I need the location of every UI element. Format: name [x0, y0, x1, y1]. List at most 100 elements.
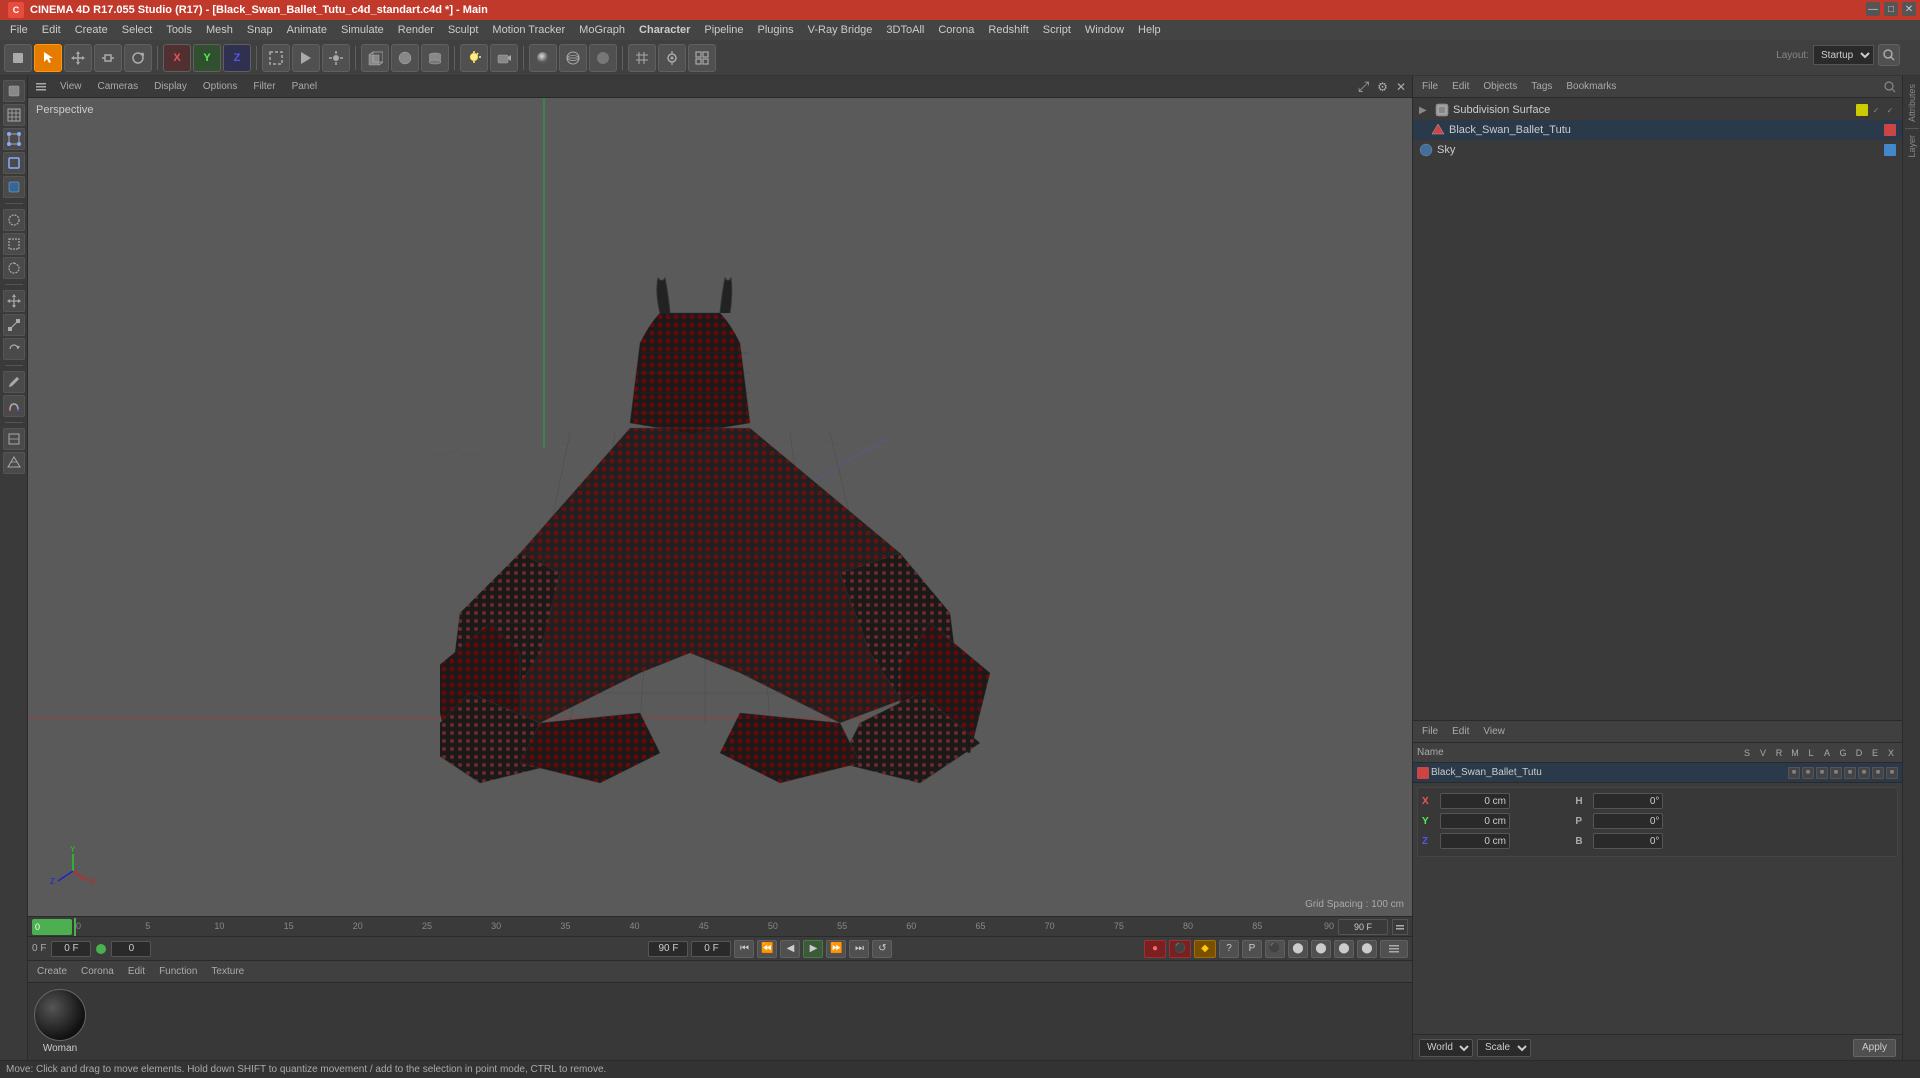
loop-btn[interactable]: ↺ — [872, 940, 892, 958]
attr-selected-row[interactable]: Black_Swan_Ballet_Tutu ■ ■ ■ ■ ■ ■ ■ ■ — [1413, 763, 1902, 783]
menu-script[interactable]: Script — [1037, 22, 1077, 38]
menu-edit[interactable]: Edit — [36, 22, 67, 38]
timeline-start-indicator[interactable]: 0 — [32, 919, 72, 935]
vp-menu-options[interactable]: Options — [199, 80, 241, 93]
grid-btn[interactable] — [628, 44, 656, 72]
layer-tab[interactable]: Layer — [1907, 131, 1917, 162]
left-brush[interactable] — [3, 371, 25, 393]
search-btn[interactable] — [1878, 44, 1900, 66]
frame-input[interactable] — [51, 941, 91, 957]
vp-close-icon[interactable]: ✕ — [1396, 80, 1406, 94]
coord-h-input[interactable] — [1593, 793, 1663, 809]
shading-wire-btn[interactable] — [559, 44, 587, 72]
menu-file[interactable]: File — [4, 22, 34, 38]
add-light-btn[interactable] — [460, 44, 488, 72]
anim-settings-btn[interactable] — [1380, 940, 1408, 958]
x-axis-btn[interactable]: X — [163, 44, 191, 72]
menu-snap[interactable]: Snap — [241, 22, 279, 38]
add-cylinder-btn[interactable] — [421, 44, 449, 72]
vp-menu-cameras[interactable]: Cameras — [94, 80, 143, 93]
left-live-sel[interactable] — [3, 209, 25, 231]
coord-p-input[interactable] — [1593, 813, 1663, 829]
step-back-btn[interactable]: ⏪ — [757, 940, 777, 958]
left-rect-sel[interactable] — [3, 233, 25, 255]
attributes-tab[interactable]: Attributes — [1907, 80, 1917, 126]
obj-search-icon[interactable] — [1884, 81, 1896, 93]
menu-mograph[interactable]: MoGraph — [573, 22, 631, 38]
menu-tools[interactable]: Tools — [160, 22, 198, 38]
vp-menu-view[interactable]: View — [56, 80, 86, 93]
key-rot-btn[interactable]: ⬤ — [1311, 940, 1331, 958]
render-view-btn[interactable] — [292, 44, 320, 72]
mat-create[interactable]: Create — [34, 965, 70, 978]
obj-row-swan[interactable]: Black_Swan_Ballet_Tutu — [1413, 120, 1902, 140]
mat-corona[interactable]: Corona — [78, 965, 117, 978]
y-axis-btn[interactable]: Y — [193, 44, 221, 72]
left-model-mode[interactable] — [3, 80, 25, 102]
left-point-mode[interactable] — [3, 128, 25, 150]
menu-mesh[interactable]: Mesh — [200, 22, 239, 38]
coord-y-pos-input[interactable] — [1440, 813, 1510, 829]
sel-p-btn[interactable]: P — [1242, 940, 1262, 958]
scale-tool-btn[interactable] — [94, 44, 122, 72]
mat-function[interactable]: Function — [156, 965, 200, 978]
left-free-sel[interactable] — [3, 257, 25, 279]
key-pos-btn[interactable]: ⬤ — [1288, 940, 1308, 958]
material-thumbnail[interactable] — [34, 989, 86, 1041]
timeline-track[interactable]: 0 5 10 15 20 25 30 35 40 45 50 55 60 65 — [72, 918, 1338, 936]
end-frame-input[interactable] — [648, 941, 688, 957]
key-all-btn[interactable]: ⚫ — [1265, 940, 1285, 958]
menu-animate[interactable]: Animate — [281, 22, 333, 38]
obj-tags[interactable]: Tags — [1528, 80, 1555, 93]
maximize-button[interactable]: □ — [1884, 2, 1898, 16]
obj-edit[interactable]: Edit — [1449, 80, 1472, 93]
obj-row-subdivision[interactable]: ▶ Subdivision Surface ✓ ✓ — [1413, 100, 1902, 120]
menu-simulate[interactable]: Simulate — [335, 22, 390, 38]
left-mesh-1[interactable] — [3, 428, 25, 450]
more-tool-btn[interactable] — [688, 44, 716, 72]
left-magnet[interactable] — [3, 395, 25, 417]
menu-3dtoall[interactable]: 3DToAll — [880, 22, 930, 38]
key-scl-btn[interactable]: ⬤ — [1334, 940, 1354, 958]
add-cube-btn[interactable] — [361, 44, 389, 72]
sel-prev-btn[interactable]: ? — [1219, 940, 1239, 958]
mode-select-btn[interactable] — [34, 44, 62, 72]
snap-btn[interactable] — [658, 44, 686, 72]
record-btn[interactable]: ● — [1144, 940, 1166, 958]
layout-selector[interactable]: Startup — [1813, 45, 1874, 65]
close-button[interactable]: ✕ — [1902, 2, 1916, 16]
menu-create[interactable]: Create — [69, 22, 114, 38]
vp-menu-filter[interactable]: Filter — [249, 80, 279, 93]
viewport[interactable]: Perspective — [28, 98, 1412, 916]
timeline-end-frame[interactable]: 90 F — [1338, 919, 1388, 935]
vp-menu-panel[interactable]: Panel — [288, 80, 322, 93]
mat-texture[interactable]: Texture — [208, 965, 247, 978]
vp-settings-icon[interactable]: ⚙ — [1377, 80, 1388, 94]
left-move[interactable] — [3, 290, 25, 312]
attr-file[interactable]: File — [1419, 725, 1441, 738]
shading-gouraud-btn[interactable] — [529, 44, 557, 72]
play-btn[interactable]: ▶ — [803, 940, 823, 958]
timeline-options-btn[interactable] — [1392, 919, 1408, 935]
vp-menu-display[interactable]: Display — [150, 80, 191, 93]
start-frame-input[interactable] — [691, 941, 731, 957]
apply-button[interactable]: Apply — [1853, 1039, 1896, 1057]
menu-select[interactable]: Select — [116, 22, 159, 38]
coord-b-input[interactable] — [1593, 833, 1663, 849]
menu-vray-bridge[interactable]: V-Ray Bridge — [802, 22, 879, 38]
add-camera-btn[interactable] — [490, 44, 518, 72]
menu-corona[interactable]: Corona — [932, 22, 980, 38]
move-tool-btn[interactable] — [64, 44, 92, 72]
menu-sculpt[interactable]: Sculpt — [442, 22, 485, 38]
left-texture-mode[interactable] — [3, 104, 25, 126]
left-polygon-mode[interactable] — [3, 176, 25, 198]
left-rotate[interactable] — [3, 338, 25, 360]
auto-key-btn[interactable]: ⚫ — [1169, 940, 1191, 958]
menu-window[interactable]: Window — [1079, 22, 1130, 38]
coord-z-pos-input[interactable] — [1440, 833, 1510, 849]
menu-redshift[interactable]: Redshift — [982, 22, 1034, 38]
obj-bookmarks[interactable]: Bookmarks — [1563, 80, 1619, 93]
mat-edit[interactable]: Edit — [125, 965, 148, 978]
obj-objects[interactable]: Objects — [1480, 80, 1520, 93]
rotate-tool-btn[interactable] — [124, 44, 152, 72]
